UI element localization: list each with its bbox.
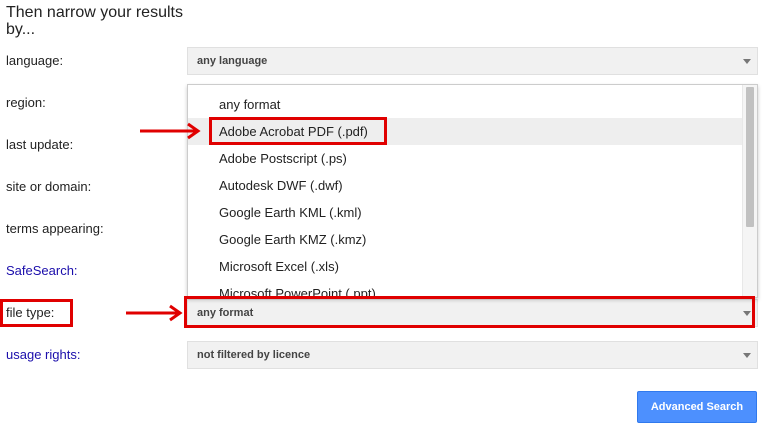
last-update-label: last update: xyxy=(6,137,74,152)
section-heading: Then narrow your results by... xyxy=(6,4,183,38)
language-select-value: any language xyxy=(197,55,268,67)
language-select[interactable]: any language xyxy=(187,47,758,75)
dropdown-option-highlighted[interactable]: Adobe Acrobat PDF (.pdf) xyxy=(188,118,742,145)
dropdown-option[interactable]: Microsoft Excel (.xls) xyxy=(188,253,742,280)
usage-rights-select-value: not filtered by licence xyxy=(197,349,311,361)
scrollbar-thumb[interactable] xyxy=(746,87,754,227)
dropdown-option[interactable]: Adobe Postscript (.ps) xyxy=(188,145,742,172)
chevron-down-icon xyxy=(743,59,751,64)
usage-rights-select[interactable]: not filtered by licence xyxy=(187,341,758,369)
usage-rights-link[interactable]: usage rights: xyxy=(6,347,80,362)
dropdown-option[interactable]: Google Earth KML (.kml) xyxy=(188,199,742,226)
chevron-down-icon xyxy=(743,353,751,358)
file-type-select-value: any format xyxy=(197,307,254,319)
region-label: region: xyxy=(6,95,46,110)
file-type-select[interactable]: any format xyxy=(187,299,758,327)
chevron-down-icon xyxy=(743,311,751,316)
dropdown-option[interactable]: Microsoft PowerPoint (.ppt) xyxy=(188,280,742,297)
dropdown-option[interactable]: Autodesk DWF (.dwf) xyxy=(188,172,742,199)
dropdown-option[interactable]: Google Earth KMZ (.kmz) xyxy=(188,226,742,253)
file-type-dropdown-list[interactable]: any format Adobe Acrobat PDF (.pdf) Adob… xyxy=(187,84,758,298)
dropdown-option[interactable]: any format xyxy=(188,91,742,118)
file-type-label: file type: xyxy=(6,305,55,320)
annotation-arrow-icon xyxy=(126,304,183,322)
terms-appearing-label: terms appearing: xyxy=(6,221,104,236)
advanced-search-button[interactable]: Advanced Search xyxy=(637,391,757,423)
site-or-domain-label: site or domain: xyxy=(6,179,92,194)
safesearch-link[interactable]: SafeSearch: xyxy=(6,263,78,278)
language-label: language: xyxy=(6,53,64,68)
dropdown-scrollbar[interactable] xyxy=(742,85,757,297)
